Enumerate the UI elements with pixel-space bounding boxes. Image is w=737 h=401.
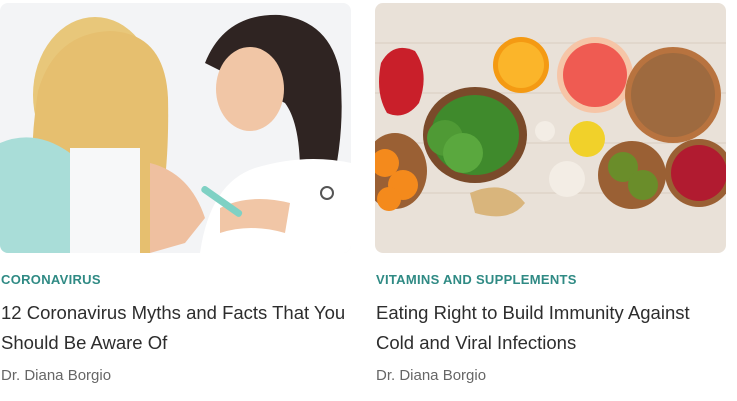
article-author[interactable]: Dr. Diana Borgio [1, 367, 111, 384]
article-author[interactable]: Dr. Diana Borgio [376, 367, 486, 384]
article-title[interactable]: Eating Right to Build Immunity Against C… [376, 298, 726, 358]
healthy-food-illustration [375, 3, 726, 253]
article-thumbnail-healthy-food[interactable] [375, 3, 726, 253]
vaccination-illustration [0, 3, 351, 253]
article-card-vitamins[interactable]: VITAMINS AND SUPPLEMENTS Eating Right to… [375, 0, 727, 401]
article-category[interactable]: CORONAVIRUS [1, 272, 101, 287]
article-card-coronavirus[interactable]: CORONAVIRUS 12 Coronavirus Myths and Fac… [0, 0, 352, 401]
article-thumbnail-vaccination[interactable] [0, 3, 351, 253]
article-title[interactable]: 12 Coronavirus Myths and Facts That You … [1, 298, 351, 358]
article-category[interactable]: VITAMINS AND SUPPLEMENTS [376, 272, 577, 287]
